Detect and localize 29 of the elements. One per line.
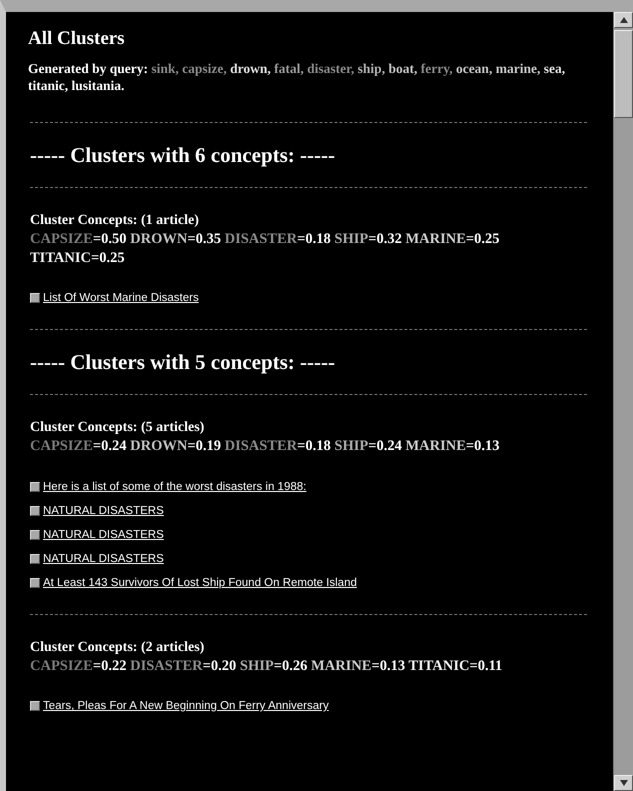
bullet-icon [30, 530, 40, 540]
bullet-icon [30, 293, 40, 303]
scrollbar-thumb[interactable] [614, 30, 633, 118]
page-title: All Clusters [28, 28, 126, 50]
up-arrow-icon [620, 17, 628, 23]
concept-list: CAPSIZE=0.24 DROWN=0.19 DISASTER=0.18 SHIP=0.24 MARINE=0.13 [30, 437, 529, 456]
article-link[interactable]: At Least 143 Survivors Of Lost Ship Found On Remote Island [43, 576, 357, 588]
scroll-down-button[interactable] [614, 775, 633, 791]
section-heading: ----- Clusters with 6 concepts: ----- [29, 142, 336, 169]
down-arrow-icon [620, 780, 628, 786]
bullet-icon [30, 701, 40, 711]
section-heading: ----- Clusters with 5 concepts: ----- [29, 349, 336, 376]
cluster-label: Cluster Concepts: (2 articles) [30, 638, 206, 656]
article-link[interactable]: NATURAL DISASTERS [43, 552, 164, 564]
cluster-label: Cluster Concepts: (5 articles) [30, 419, 206, 437]
article-link[interactable]: Here is a list of some of the worst disasters in 1988: [43, 480, 306, 492]
scroll-up-button[interactable] [614, 12, 633, 28]
article-link[interactable]: NATURAL DISASTERS [43, 504, 164, 516]
cluster-label: Cluster Concepts: (1 article) [30, 212, 200, 230]
query-text: Generated by query: sink, capsize, drown, fatal, disaster, ship, boat, ferry, ocean, marine, sea, titanic, lusitania. [28, 60, 566, 94]
bullet-icon [30, 554, 40, 564]
bullet-icon [30, 506, 40, 516]
article-link[interactable]: Tears, Pleas For A New Beginning On Ferry Anniversary [43, 700, 329, 712]
article-link[interactable]: List Of Worst Marine Disasters [43, 292, 199, 304]
concept-list: CAPSIZE=0.50 DROWN=0.35 DISASTER=0.18 SHIP=0.32 MARINE=0.25 TITANIC=0.25 [30, 230, 529, 267]
bullet-icon [30, 578, 40, 588]
article-link[interactable]: NATURAL DISASTERS [43, 528, 164, 540]
bullet-icon [30, 482, 40, 492]
concept-list: CAPSIZE=0.22 DISASTER=0.20 SHIP=0.26 MARINE=0.13 TITANIC=0.11 [30, 656, 529, 675]
